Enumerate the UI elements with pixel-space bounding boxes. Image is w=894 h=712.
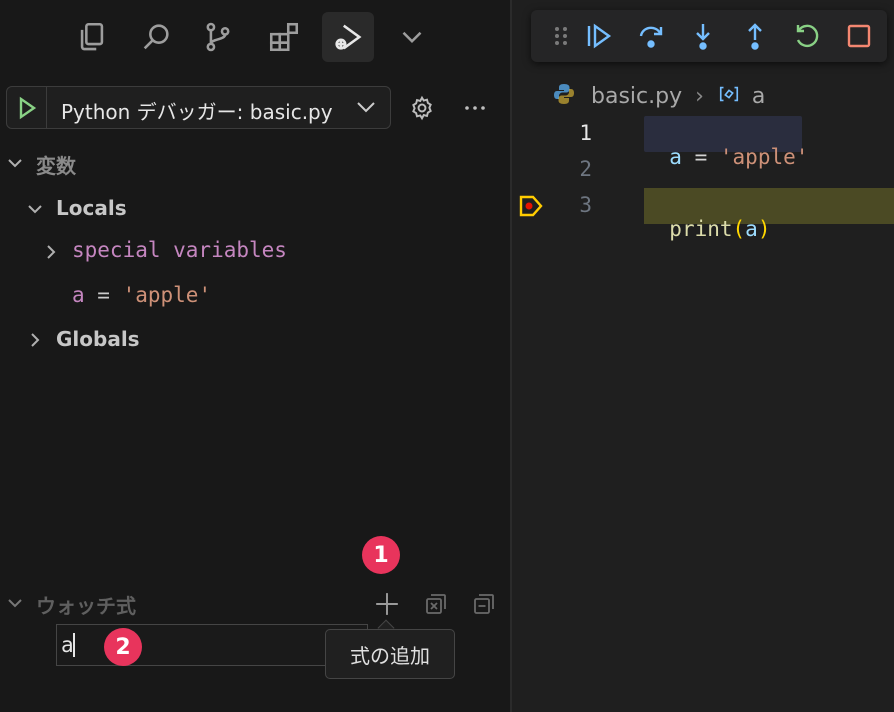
debug-sidebar: Python デバッガー: basic.py 変数 Locals special…: [0, 0, 510, 712]
code-string: 'apple': [719, 145, 809, 169]
code-operator: =: [681, 145, 720, 169]
locals-scope[interactable]: Locals: [56, 196, 127, 220]
watch-expression-input[interactable]: a: [56, 624, 368, 666]
variable-name: a: [72, 283, 85, 307]
source-control-icon[interactable]: [192, 12, 244, 62]
search-icon[interactable]: [130, 12, 182, 62]
watch-section-title[interactable]: ウォッチ式: [36, 590, 136, 619]
step-over-icon[interactable]: [637, 22, 665, 50]
chevron-down-icon[interactable]: [6, 154, 24, 172]
add-expression-tooltip: 式の追加: [325, 629, 455, 679]
chevron-down-icon[interactable]: [386, 12, 438, 62]
extensions-icon[interactable]: [258, 12, 310, 62]
start-debugging-icon[interactable]: [7, 87, 47, 128]
chevron-down-icon[interactable]: [26, 200, 44, 218]
variables-section-title[interactable]: 変数: [36, 150, 76, 179]
breadcrumb-file[interactable]: basic.py: [591, 84, 682, 109]
step-into-icon[interactable]: [689, 22, 717, 50]
line-number: 1: [579, 121, 592, 145]
drag-handle-icon[interactable]: [547, 22, 575, 50]
local-variable-row[interactable]: a = 'apple': [72, 283, 211, 307]
watch-expression-value: a: [61, 633, 74, 657]
variable-value: 'apple': [122, 283, 212, 307]
line-number: 3: [579, 193, 592, 217]
annotation-badge-2: 2: [104, 628, 142, 666]
variable-equals: =: [84, 283, 123, 307]
stop-icon[interactable]: [845, 22, 873, 50]
code-paren: (: [732, 217, 746, 241]
step-out-icon[interactable]: [741, 22, 769, 50]
restart-icon[interactable]: [793, 22, 821, 50]
code-argument: a: [745, 217, 758, 241]
continue-icon[interactable]: [585, 22, 613, 50]
run-debug-icon[interactable]: [322, 12, 374, 62]
code-paren: ): [757, 217, 771, 241]
code-line-3[interactable]: print(a): [644, 193, 770, 241]
chevron-down-icon[interactable]: [6, 594, 24, 612]
run-config-label: Python デバッガー: basic.py: [61, 100, 333, 124]
breadcrumb-separator: ›: [695, 84, 704, 109]
breadcrumb: basic.py › a: [552, 82, 765, 110]
collapse-all-icon[interactable]: [470, 590, 498, 618]
code-variable: a: [669, 145, 682, 169]
chevron-down-icon: [356, 99, 376, 115]
globals-scope[interactable]: Globals: [56, 327, 140, 351]
code-line-1[interactable]: a = 'apple': [644, 121, 808, 169]
variable-symbol-icon: [717, 83, 741, 111]
remove-all-expressions-icon[interactable]: [422, 590, 450, 618]
debug-toolbar: [531, 10, 887, 62]
add-expression-icon[interactable]: [373, 590, 401, 618]
chevron-right-icon[interactable]: [42, 243, 60, 261]
python-file-icon: [552, 82, 576, 112]
gear-icon[interactable]: [408, 94, 436, 122]
text-caret: [73, 633, 75, 657]
annotation-badge-1: 1: [362, 536, 400, 574]
run-config-select[interactable]: Python デバッガー: basic.py: [6, 86, 391, 129]
special-variables-node[interactable]: special variables: [72, 238, 287, 262]
explorer-icon[interactable]: [66, 12, 118, 62]
code-function: print: [669, 217, 733, 241]
more-actions-icon[interactable]: [461, 94, 489, 122]
breadcrumb-symbol[interactable]: a: [752, 84, 765, 109]
chevron-right-icon[interactable]: [26, 331, 44, 349]
line-number: 2: [579, 157, 592, 181]
breakpoint-current-icon[interactable]: [518, 193, 544, 219]
